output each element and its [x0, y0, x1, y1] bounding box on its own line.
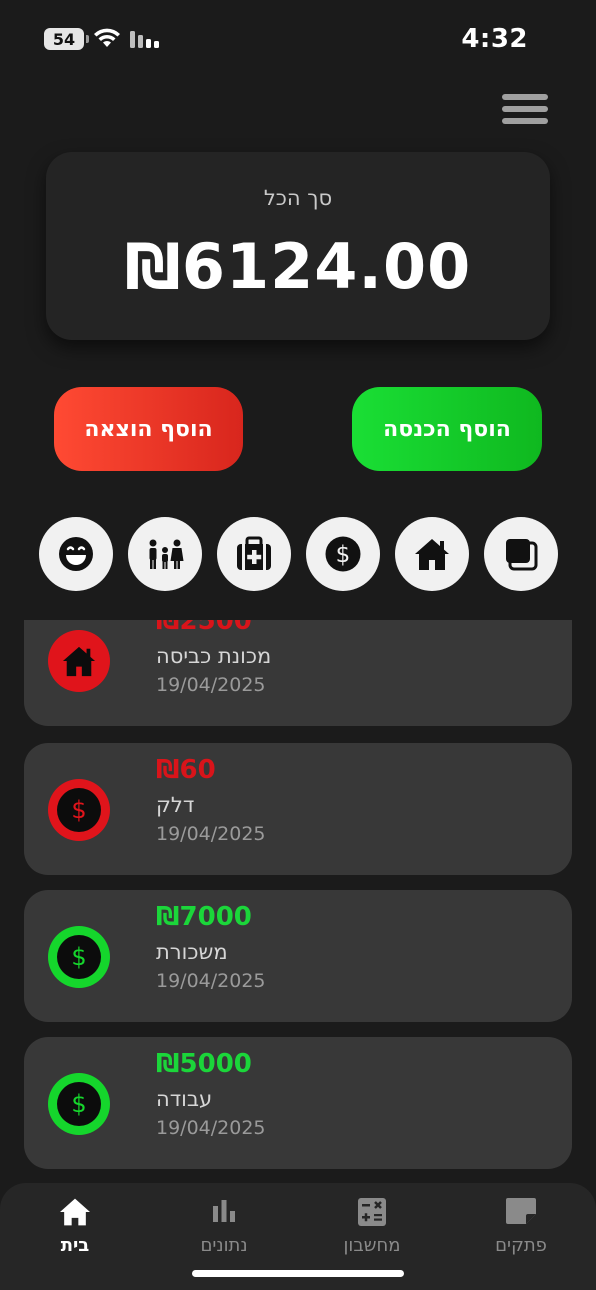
transaction-name: עבודה [156, 1087, 213, 1111]
nav-notes-label: פתקים [495, 1235, 547, 1256]
transaction-name: משכורת [156, 940, 228, 964]
copy-icon [506, 539, 538, 571]
transaction-item[interactable]: $ ₪60 דלק 19/04/2025 [24, 743, 572, 875]
svg-text:$: $ [336, 542, 351, 568]
calculator-icon [358, 1198, 386, 1226]
transaction-date: 19/04/2025 [156, 823, 266, 845]
category-money[interactable]: $ [306, 517, 380, 591]
add-expense-button[interactable]: הוסף הוצאה [54, 387, 243, 471]
transaction-amount: ₪7000 [156, 902, 252, 932]
home-icon [415, 539, 449, 570]
category-bar: $ [0, 517, 596, 591]
battery-icon: 54 [44, 28, 89, 50]
dollar-icon: $ [325, 536, 361, 572]
svg-text:$: $ [71, 796, 86, 824]
total-amount: ₪6124.00 [124, 230, 472, 303]
transaction-category-badge: $ [48, 926, 110, 988]
transaction-item[interactable]: $ ₪5000 עבודה 19/04/2025 [24, 1037, 572, 1169]
svg-text:$: $ [71, 943, 86, 971]
home-icon [62, 646, 96, 677]
note-icon [506, 1198, 536, 1224]
nav-calculator[interactable]: מחשבון [317, 1195, 427, 1261]
status-bar: 54 4:32 [0, 0, 596, 80]
smiley-icon [59, 537, 93, 571]
total-card: סך הכל ₪6124.00 [46, 152, 550, 340]
clock: 4:32 [461, 24, 528, 54]
signal-icon [130, 31, 159, 48]
svg-text:$: $ [71, 1090, 86, 1118]
transaction-amount: ₪60 [156, 755, 216, 785]
transaction-category-badge: $ [48, 779, 110, 841]
transaction-amount: ₪5000 [156, 1049, 252, 1079]
transaction-name: דלק [156, 793, 195, 817]
nav-stats-label: נתונים [200, 1235, 248, 1256]
nav-home-label: בית [60, 1235, 90, 1256]
transaction-category-badge: $ [48, 1073, 110, 1135]
wifi-icon [94, 28, 120, 47]
home-indicator [192, 1270, 404, 1277]
nav-notes[interactable]: פתקים [466, 1195, 576, 1261]
transaction-name: מכונת כביסה [156, 644, 272, 668]
dollar-icon: $ [71, 943, 86, 971]
transaction-item[interactable]: $ ₪7000 משכורת 19/04/2025 [24, 890, 572, 1022]
transaction-list[interactable]: ₪2500 מכונת כביסה 19/04/2025 $ ₪60 דלק 1… [0, 620, 596, 1180]
category-family[interactable] [128, 517, 202, 591]
transaction-date: 19/04/2025 [156, 674, 266, 696]
transaction-category-badge [48, 630, 110, 692]
menu-icon[interactable] [502, 94, 548, 130]
dollar-icon: $ [71, 796, 86, 824]
nav-home[interactable]: בית [20, 1195, 130, 1261]
home-icon [60, 1198, 90, 1226]
category-all[interactable] [484, 517, 558, 591]
transaction-item[interactable]: ₪2500 מכונת כביסה 19/04/2025 [24, 620, 572, 726]
transaction-date: 19/04/2025 [156, 1117, 266, 1139]
medical-kit-icon [237, 536, 271, 570]
add-income-button[interactable]: הוסף הכנסה [352, 387, 542, 471]
category-medical[interactable] [217, 517, 291, 591]
category-home[interactable] [395, 517, 469, 591]
battery-level: 54 [52, 29, 76, 49]
bar-chart-icon [213, 1200, 235, 1222]
transaction-date: 19/04/2025 [156, 970, 266, 992]
nav-stats[interactable]: נתונים [169, 1195, 279, 1261]
category-smiley[interactable] [39, 517, 113, 591]
dollar-icon: $ [71, 1090, 86, 1118]
transaction-amount: ₪2500 [156, 620, 252, 636]
total-label: סך הכל [263, 186, 333, 210]
family-icon [149, 539, 184, 569]
nav-calculator-label: מחשבון [343, 1235, 401, 1256]
